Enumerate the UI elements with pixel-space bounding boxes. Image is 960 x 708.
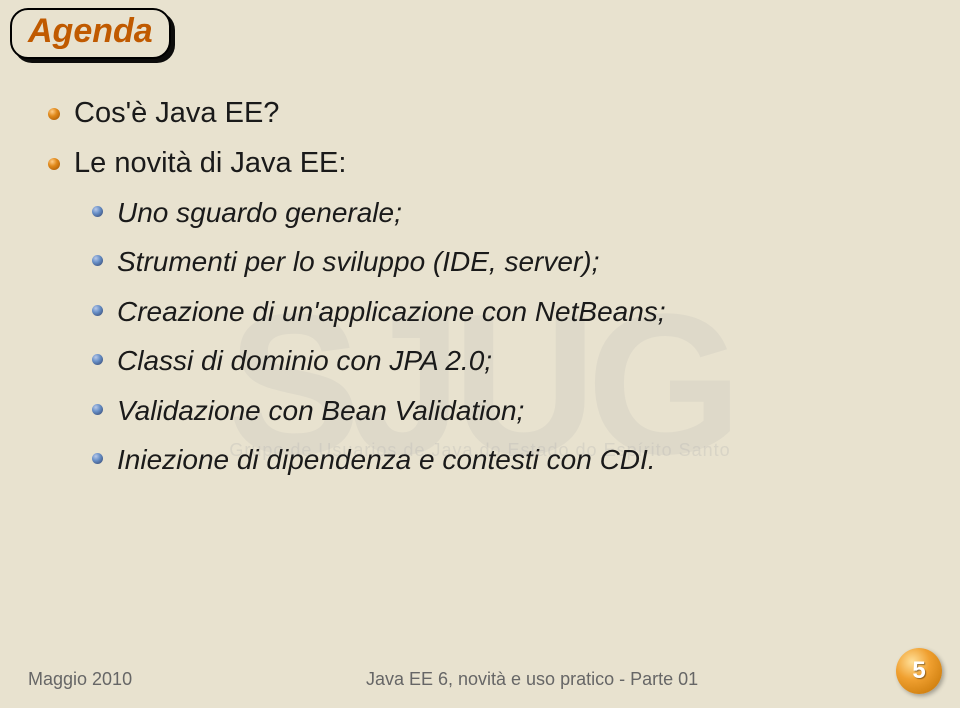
- bullet-text: Classi di dominio con JPA 2.0;: [117, 339, 492, 382]
- slide-title: Agenda: [28, 12, 153, 50]
- bullet-icon: [92, 354, 103, 365]
- list-item: Cos'è Java EE?: [48, 92, 960, 136]
- list-item: Classi di dominio con JPA 2.0;: [92, 339, 960, 382]
- bullet-icon: [48, 158, 60, 170]
- bullet-icon: [92, 305, 103, 316]
- footer-title: Java EE 6, novità e uso pratico - Parte …: [132, 669, 932, 690]
- footer-date: Maggio 2010: [28, 669, 132, 690]
- list-item: Uno sguardo generale;: [92, 191, 960, 234]
- bullet-text: Strumenti per lo sviluppo (IDE, server);: [117, 240, 599, 283]
- bullet-text: Uno sguardo generale;: [117, 191, 402, 234]
- list-item: Validazione con Bean Validation;: [92, 389, 960, 432]
- list-item: Le novità di Java EE:: [48, 142, 960, 186]
- bullet-text: Le novità di Java EE:: [74, 142, 346, 186]
- slide: SJUG Grupo de Usuarios de Java do Estado…: [0, 0, 960, 708]
- bullet-text: Creazione di un'applicazione con NetBean…: [117, 290, 666, 333]
- bullet-text: Validazione con Bean Validation;: [117, 389, 524, 432]
- list-item: Iniezione di dipendenza e contesti con C…: [92, 438, 960, 481]
- sub-list: Uno sguardo generale; Strumenti per lo s…: [92, 191, 960, 481]
- page-number: 5: [912, 657, 925, 685]
- bullet-icon: [48, 108, 60, 120]
- footer: Maggio 2010 Java EE 6, novità e uso prat…: [0, 669, 960, 690]
- title-box: Agenda: [10, 8, 171, 59]
- list-item: Strumenti per lo sviluppo (IDE, server);: [92, 240, 960, 283]
- bullet-icon: [92, 206, 103, 217]
- bullet-text: Iniezione di dipendenza e contesti con C…: [117, 438, 656, 481]
- page-badge: 5: [896, 648, 942, 694]
- bullet-text: Cos'è Java EE?: [74, 92, 279, 136]
- bullet-icon: [92, 255, 103, 266]
- list-item: Creazione di un'applicazione con NetBean…: [92, 290, 960, 333]
- bullet-icon: [92, 453, 103, 464]
- content-area: Cos'è Java EE? Le novità di Java EE: Uno…: [48, 92, 960, 481]
- bullet-icon: [92, 404, 103, 415]
